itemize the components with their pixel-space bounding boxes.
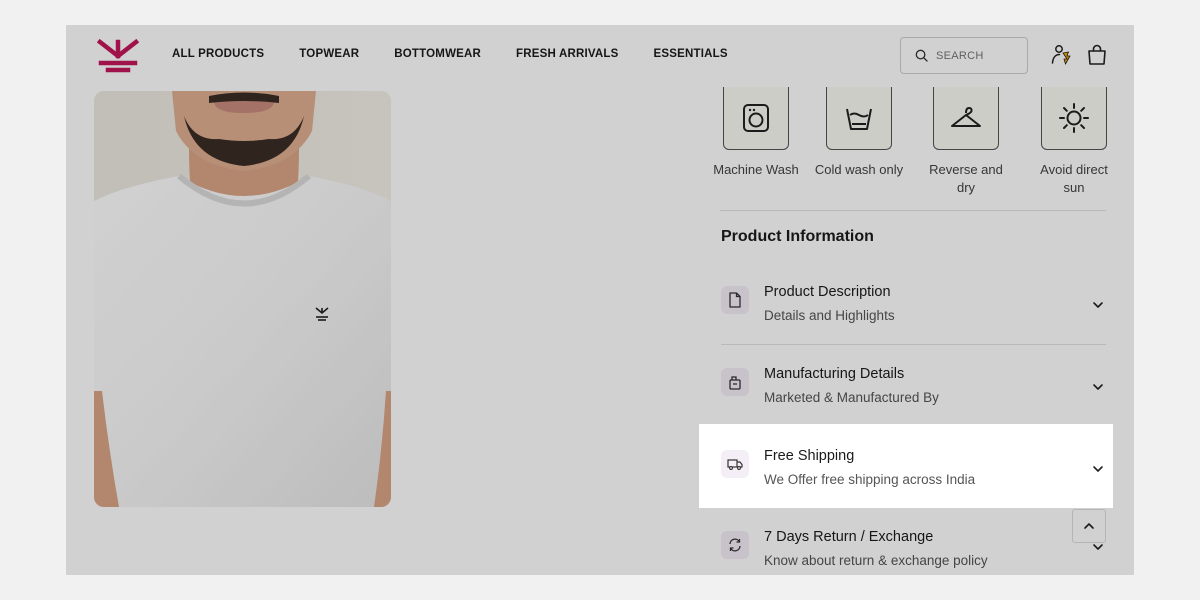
return-icon — [729, 538, 741, 552]
divider — [720, 210, 1106, 211]
care-label: Cold wash only — [814, 162, 904, 177]
hanger-icon — [951, 107, 981, 127]
product-image[interactable] — [94, 91, 391, 507]
care-item-cold-wash: Cold wash only — [814, 87, 904, 179]
accordion-title: Free Shipping — [764, 448, 855, 464]
accordion-subtitle: Details and Highlights — [764, 308, 895, 323]
chevron-up-icon — [1084, 523, 1094, 529]
care-item-avoid-sun: Avoid direct sun — [1029, 87, 1119, 197]
accordion-title: Manufacturing Details — [764, 366, 905, 382]
nav-item-bottomwear[interactable]: BOTTOMWEAR — [394, 48, 481, 60]
shopping-bag-icon[interactable] — [1085, 43, 1109, 67]
brand-logo[interactable] — [95, 38, 141, 74]
truck-icon — [727, 459, 743, 470]
care-label: Machine Wash — [713, 162, 799, 177]
care-item-reverse-dry: Reverse and dry — [921, 87, 1011, 197]
main-nav: ALL PRODUCTS TOPWEAR BOTTOMWEAR FRESH AR… — [172, 48, 763, 60]
care-label: Reverse and dry — [929, 162, 1003, 195]
scroll-to-top-button[interactable] — [1072, 509, 1106, 543]
search-input[interactable] — [936, 49, 1016, 62]
factory-icon — [729, 376, 741, 390]
chevron-down-icon[interactable] — [1091, 298, 1105, 312]
accordion-subtitle: Know about return & exchange policy — [764, 553, 988, 568]
care-label: Avoid direct sun — [1040, 162, 1108, 195]
cold-wash-icon — [846, 108, 872, 130]
wash-care-row: Machine Wash Cold wash only Reverse and … — [713, 87, 1110, 205]
accordion-subtitle: Marketed & Manufactured By — [764, 390, 939, 405]
accordion-free-shipping[interactable]: Free Shipping We Offer free shipping acr… — [721, 444, 1106, 504]
nav-item-essentials[interactable]: ESSENTIALS — [654, 48, 728, 60]
nav-item-fresh-arrivals[interactable]: FRESH ARRIVALS — [516, 48, 618, 60]
washing-machine-icon — [743, 104, 769, 132]
document-icon — [729, 292, 741, 308]
care-item-machine-wash: Machine Wash — [711, 87, 801, 179]
accordion-title: Product Description — [764, 284, 891, 300]
chevron-down-icon[interactable] — [1091, 380, 1105, 394]
account-icon[interactable] — [1049, 43, 1073, 67]
product-photo — [94, 91, 391, 507]
page-frame: ALL PRODUCTS TOPWEAR BOTTOMWEAR FRESH AR… — [66, 25, 1134, 575]
accordion-title: 7 Days Return / Exchange — [764, 529, 934, 545]
search-icon — [915, 49, 928, 62]
accordion-subtitle: We Offer free shipping across India — [764, 472, 976, 487]
site-header: ALL PRODUCTS TOPWEAR BOTTOMWEAR FRESH AR… — [66, 25, 1134, 87]
accordion-manufacturing-details[interactable]: Manufacturing Details Marketed & Manufac… — [721, 362, 1106, 422]
search-box[interactable] — [900, 37, 1028, 74]
accordion-return-exchange[interactable]: 7 Days Return / Exchange Know about retu… — [721, 525, 1106, 575]
product-information-title: Product Information — [721, 228, 874, 245]
sun-icon — [1059, 103, 1089, 133]
highlighted-free-shipping: Free Shipping We Offer free shipping acr… — [699, 424, 1113, 508]
nav-item-all-products[interactable]: ALL PRODUCTS — [172, 48, 264, 60]
accordion-product-description[interactable]: Product Description Details and Highligh… — [721, 280, 1106, 340]
divider — [721, 344, 1106, 345]
nav-item-topwear[interactable]: TOPWEAR — [299, 48, 359, 60]
chevron-down-icon[interactable] — [1091, 462, 1105, 476]
